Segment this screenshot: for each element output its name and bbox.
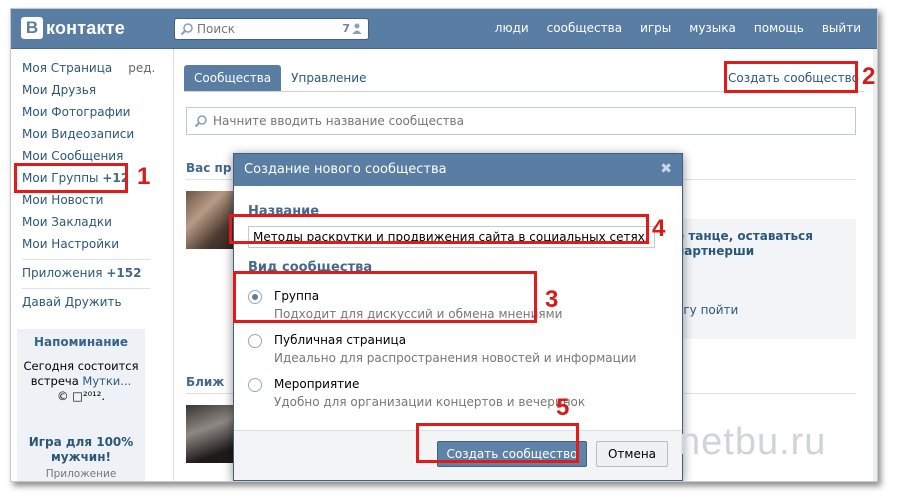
logo-mark: В [21, 17, 43, 39]
radio-public-page[interactable] [248, 334, 262, 348]
nav-help[interactable]: помощь [754, 21, 804, 35]
option-public-page[interactable]: Публичная страница Идеально для распрост… [248, 332, 648, 372]
nav-logout[interactable]: выйти [822, 21, 861, 35]
top-header: В контакте 7 люди сообщества игры музыка… [11, 9, 877, 49]
community-photo[interactable] [186, 405, 236, 463]
community-filter-box[interactable] [186, 107, 856, 135]
search-icon [180, 23, 193, 36]
invitations-heading: Вас пр [186, 161, 232, 175]
top-nav: люди сообщества игры музыка помощь выйти [495, 21, 861, 35]
community-type-label: Вид сообщества [248, 260, 373, 275]
dialog-header: Создание нового сообщества ✖ [234, 154, 682, 186]
groups-counter: +12 [102, 171, 130, 185]
screenshot-frame: В контакте 7 люди сообщества игры музыка… [10, 8, 878, 482]
option-title: Мероприятие [274, 377, 360, 391]
ad-title[interactable]: Игра для 100% мужчин! [17, 435, 145, 465]
tab-communities[interactable]: Сообщества [184, 65, 282, 91]
search-icon [194, 115, 207, 128]
dialog-footer: Создать сообщество Отмена [234, 430, 682, 480]
tabs: Сообщества Управление [184, 65, 376, 91]
radio-event[interactable] [248, 378, 262, 392]
tabs-underline [184, 91, 864, 92]
option-description: Удобно для организации концертов и вечер… [274, 395, 586, 409]
ad-subtitle: Приложение [45, 468, 117, 480]
search-box[interactable]: 7 [174, 18, 369, 40]
create-community-button[interactable]: Создать сообщество [437, 441, 587, 467]
dialog-title: Создание нового сообщества [244, 162, 447, 177]
option-title: Группа [274, 289, 320, 303]
option-event[interactable]: Мероприятие Удобно для организации конце… [248, 376, 648, 416]
reminder-event-link[interactable]: Мутки... [82, 374, 131, 388]
close-icon[interactable]: ✖ [660, 161, 672, 177]
annotation-number-4: 4 [652, 215, 666, 242]
search-input[interactable] [197, 21, 332, 37]
create-community-dialog: Создание нового сообщества ✖ Название Ви… [233, 153, 683, 481]
menu-item-label: Моя Страница [22, 61, 113, 75]
tab-management[interactable]: Управление [281, 65, 376, 91]
menu-my-settings[interactable]: Мои Настройки [22, 237, 119, 251]
edit-link[interactable]: ред. [128, 61, 155, 75]
nav-communities[interactable]: сообщества [547, 21, 622, 35]
menu-lets-be-friends[interactable]: Давай Дружить [22, 295, 122, 309]
menu-my-videos[interactable]: Мои Видеозаписи [22, 127, 134, 141]
community-filter-input[interactable] [213, 113, 813, 129]
site-watermark: netbu.ru [679, 421, 827, 463]
menu-apps[interactable]: Приложения +152 [22, 266, 141, 280]
option-description: Идеально для распространения новостей и … [274, 351, 637, 365]
logo-text: контакте [46, 17, 125, 38]
menu-my-page[interactable]: Моя Страница ред. [22, 61, 155, 75]
annotation-number-5: 5 [556, 394, 570, 421]
menu-my-bookmarks[interactable]: Мои Закладки [22, 215, 112, 229]
menu-my-friends[interactable]: Мои Друзья [22, 83, 96, 97]
annotation-number-2: 2 [862, 63, 876, 90]
menu-my-messages[interactable]: Мои Сообщения [22, 149, 123, 163]
apps-counter: +152 [106, 266, 142, 280]
menu-divider [22, 288, 150, 289]
annotation-number-1: 1 [137, 163, 151, 190]
community-action-fragment[interactable]: огу пойти [676, 303, 738, 317]
community-info-box: е танце, оставаться партнерши огу пойти [676, 219, 856, 339]
menu-my-groups[interactable]: Мои Группы +12 [22, 171, 129, 185]
option-group[interactable]: Группа Подходит для дискуссий и обмена м… [248, 288, 648, 328]
menu-item-label: Приложения [22, 266, 103, 280]
menu-item-label: Мои Группы [22, 171, 99, 185]
name-label: Название [248, 204, 320, 219]
menu-divider [22, 259, 150, 260]
nav-music[interactable]: музыка [689, 21, 736, 35]
vk-logo[interactable]: В контакте [21, 17, 125, 39]
user-icon [352, 23, 362, 34]
reminder-tail: © □²⁰¹². [56, 389, 106, 403]
option-title: Публичная страница [274, 333, 407, 347]
nav-games[interactable]: игры [640, 21, 671, 35]
search-count-value: 7 [342, 22, 350, 35]
create-community-link[interactable]: Создать сообщество [728, 71, 859, 85]
search-friends-count[interactable]: 7 [342, 22, 362, 35]
ad-box[interactable]: Игра для 100% мужчин! Приложение [17, 429, 145, 481]
community-photo[interactable] [186, 191, 236, 249]
community-title-fragment[interactable]: е танце, оставаться партнерши [676, 229, 854, 259]
menu-my-photos[interactable]: Мои Фотографии [22, 105, 130, 119]
left-menu: Моя Страница ред. Мои Друзья Мои Фотограф… [11, 49, 161, 481]
menu-my-news[interactable]: Мои Новости [22, 193, 103, 207]
community-name-input[interactable] [248, 226, 655, 248]
annotation-number-3: 3 [545, 286, 559, 313]
nearest-heading: Ближ [186, 375, 225, 389]
option-description: Подходит для дискуссий и обмена мнениями [274, 307, 563, 321]
cancel-button[interactable]: Отмена [596, 441, 668, 467]
reminder-text: Сегодня состоится встреча Мутки... © □²⁰… [21, 359, 141, 404]
radio-group[interactable] [248, 290, 262, 304]
reminder-title: Напоминание [33, 335, 129, 349]
reminder-box: Напоминание Сегодня состоится встреча Му… [17, 329, 145, 439]
nav-people[interactable]: люди [495, 21, 529, 35]
